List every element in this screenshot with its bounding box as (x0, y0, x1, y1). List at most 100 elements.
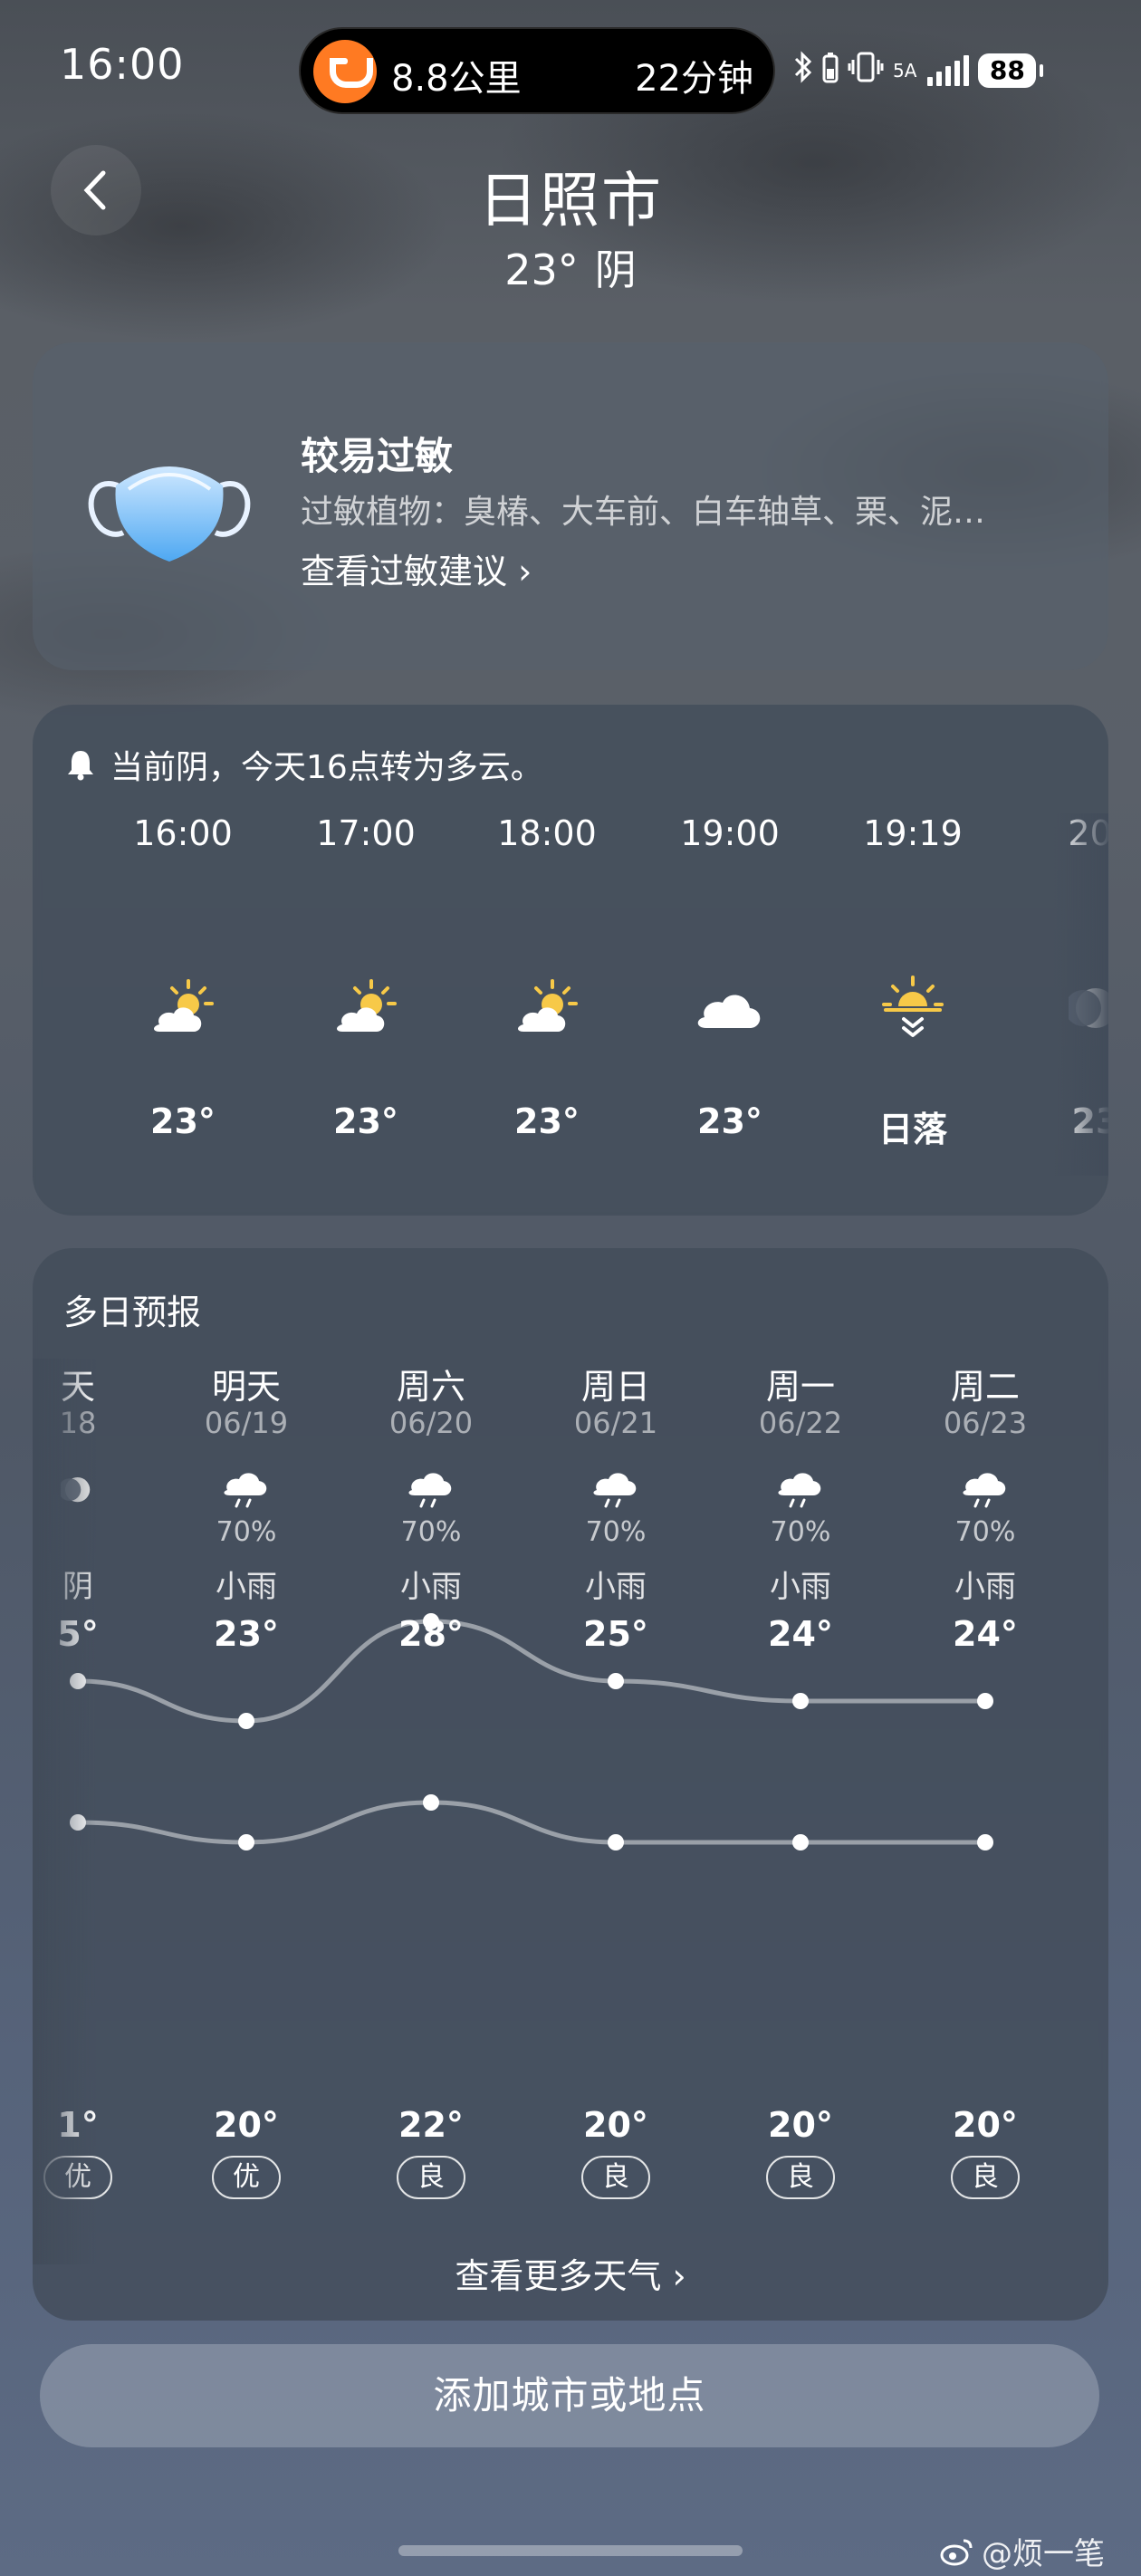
current-condition: 阴 (594, 245, 637, 294)
hour-temp: 23° (333, 1101, 398, 1141)
signal-icon (927, 55, 970, 86)
day-high-temp: 5° (57, 1614, 99, 1654)
vibrate-icon (848, 51, 884, 91)
high-temperature-point (792, 1693, 809, 1709)
precipitation-probability: 70% (585, 1516, 647, 1548)
day-item: 天 18 阴 5° (33, 1359, 159, 1654)
day-high-temp: 23° (214, 1614, 279, 1654)
rain-icon (350, 1464, 513, 1516)
aqi-badge: 良 (581, 2156, 650, 2199)
day-condition: 小雨 (400, 1569, 462, 1605)
city-name: 日照市 (478, 166, 663, 235)
more-weather-link[interactable]: 查看更多天气 › (33, 2248, 1108, 2298)
day-condition: 小雨 (216, 1569, 277, 1605)
allergy-advice-link[interactable]: 查看过敏建议 › (301, 543, 532, 593)
hour-temp: 23° (150, 1101, 216, 1141)
dynamic-island[interactable]: 8.8公里 22分钟 (299, 27, 775, 114)
current-weather: 23° 阴 (0, 237, 1141, 297)
hour-item: 17:00 23° (275, 813, 456, 1141)
hour-temp: 23° (697, 1101, 762, 1141)
precipitation-probability: 70% (400, 1516, 462, 1548)
day-name: 天 (60, 1367, 95, 1407)
day-condition: 小雨 (585, 1569, 647, 1605)
aqi-badge: 优 (212, 2156, 281, 2199)
rain-icon (719, 1464, 882, 1516)
day-name: 周二 (950, 1367, 1020, 1407)
daily-list[interactable]: 天 18 阴 5° 1° 优 明天 06/19 70% 小雨 23° 20° 优 周六 … (33, 1359, 1108, 2264)
home-indicator[interactable] (398, 2545, 743, 2556)
bell-icon (68, 751, 93, 781)
allergy-plants: 过敏植物：臭椿、大车前、白车轴草、栗、泥… (301, 494, 986, 531)
hourly-forecast-card: 当前阴，今天16点转为多云。 16:00 23° 17:00 23° 18:00 (33, 705, 1108, 1216)
day-high-temp: 28° (398, 1614, 464, 1654)
sunset-icon (822, 958, 1003, 1058)
status-bar: 16:00 8.8公里 22分钟 5A 88 (0, 0, 1141, 136)
day-date: 06/19 (204, 1406, 289, 1440)
day-name: 明天 (211, 1367, 281, 1407)
partly-cloudy-icon (275, 958, 456, 1058)
weather-alert: 当前阴，今天16点转为多云。 (65, 741, 543, 788)
alert-text: 当前阴，今天16点转为多云。 (110, 749, 543, 786)
low-temperature-line (77, 1800, 985, 1845)
network-type: 5A (893, 60, 917, 82)
hour-time: 17:00 (316, 813, 416, 853)
hour-time: 19:00 (680, 813, 780, 853)
hour-temp: 23° (514, 1101, 580, 1141)
day-high-temp: 24° (953, 1614, 1018, 1654)
current-temperature: 23° (504, 245, 579, 294)
scroll-fade (1054, 813, 1108, 1176)
day-low-temp: 20° (214, 2105, 279, 2145)
day-name: 周六 (396, 1367, 465, 1407)
low-temperature-point (608, 1834, 624, 1850)
hour-time: 19:19 (863, 813, 963, 853)
high-temperature-point (977, 1693, 993, 1709)
day-low-temp: 20° (583, 2105, 648, 2145)
allergy-level: 较易过敏 (301, 434, 454, 478)
day-low-temp: 20° (768, 2105, 833, 2145)
low-temperature-point (977, 1834, 993, 1850)
day-item: 周六 06/20 70% 小雨 28° (350, 1359, 513, 1654)
island-eta: 22分钟 (635, 58, 753, 100)
day-high-temp: 24° (768, 1614, 833, 1654)
cloudy-icon (639, 958, 820, 1058)
hour-time: 18:00 (497, 813, 597, 853)
island-distance: 8.8公里 (391, 58, 522, 100)
low-temperature-point (792, 1834, 809, 1850)
low-temperature-point (238, 1834, 254, 1850)
day-item: 明天 06/19 70% 小雨 23° (165, 1359, 328, 1654)
day-low-temp: 22° (398, 2105, 464, 2145)
add-city-button[interactable]: 添加城市或地点 (40, 2344, 1099, 2447)
day-condition: 阴 (62, 1569, 93, 1605)
day-name: 周日 (580, 1367, 650, 1407)
status-time: 16:00 (60, 40, 185, 89)
day-name: 周一 (765, 1367, 835, 1407)
day-item: 周二 06/23 70% 小雨 24° (904, 1359, 1067, 1654)
partly-cloudy-icon (456, 958, 638, 1058)
low-temperature-point (423, 1794, 439, 1811)
allergy-card[interactable]: 较易过敏 过敏植物：臭椿、大车前、白车轴草、栗、泥… 查看过敏建议 › (33, 342, 1108, 670)
high-temperature-point (238, 1713, 254, 1729)
hour-item: 16:00 23° (92, 813, 273, 1141)
daily-forecast-card: 多日预报 天 18 阴 5° 1° 优 明天 06/19 70% 小雨 23° 20°… (33, 1248, 1108, 2321)
rain-icon (534, 1464, 697, 1516)
aqi-badge: 良 (766, 2156, 835, 2199)
precipitation-probability: 70% (954, 1516, 1016, 1548)
aqi-badge: 良 (951, 2156, 1020, 2199)
didi-logo-icon (313, 40, 377, 103)
watermark: @烦一笔 (940, 2529, 1105, 2573)
hourly-list[interactable]: 16:00 23° 17:00 23° 18:00 23° 19:00 23° … (33, 813, 1108, 1176)
precipitation-probability: 70% (216, 1516, 277, 1548)
high-temperature-point (70, 1673, 86, 1689)
weibo-icon (940, 2539, 973, 2565)
watermark-text: @烦一笔 (982, 2536, 1105, 2572)
precipitation-probability: 70% (770, 1516, 831, 1548)
face-mask-icon (88, 466, 251, 562)
day-date: 18 (59, 1406, 97, 1440)
partly-cloudy-icon (92, 958, 273, 1058)
day-condition: 小雨 (954, 1569, 1016, 1605)
hour-item: 19:19 日落 (822, 813, 1003, 1151)
moon-icon (33, 1464, 159, 1516)
high-temperature-point (608, 1673, 624, 1689)
rain-icon (165, 1464, 328, 1516)
bluetooth-icon (793, 50, 813, 91)
